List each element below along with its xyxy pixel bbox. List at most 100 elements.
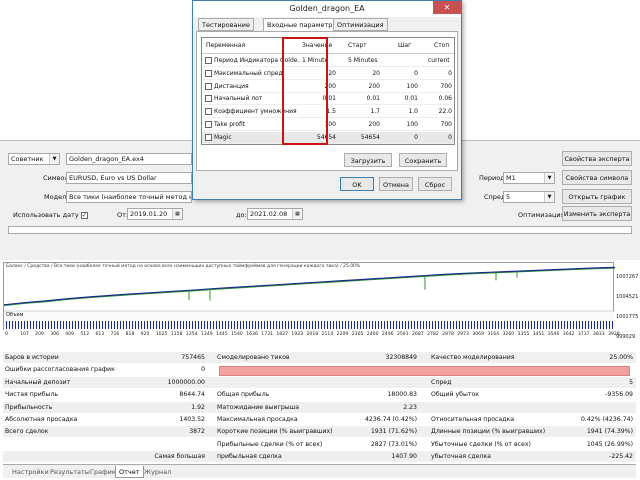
spread-select[interactable]: 5 ▼ xyxy=(503,191,555,203)
parameter-value[interactable]: 0 xyxy=(428,68,452,80)
volume-bar xyxy=(243,321,244,329)
expert-properties-button[interactable]: Свойства эксперта xyxy=(562,151,632,166)
parameter-value[interactable]: current xyxy=(428,55,452,67)
parameter-checkbox[interactable] xyxy=(205,121,212,128)
volume-bar xyxy=(456,321,457,329)
calendar-icon[interactable]: ▦ xyxy=(172,209,182,219)
volume-bar xyxy=(33,321,34,329)
close-icon[interactable]: ✕ xyxy=(433,1,461,14)
volume-bar xyxy=(219,321,220,329)
y-tick-label: 1001775 xyxy=(616,314,639,320)
volume-bar xyxy=(591,321,592,329)
parameter-value[interactable]: 100 xyxy=(388,119,418,131)
parameter-value[interactable]: 100 xyxy=(388,81,418,93)
save-button[interactable]: Сохранить xyxy=(399,153,447,167)
parameter-value[interactable]: 0 xyxy=(428,132,452,144)
volume-bar xyxy=(573,321,574,329)
report-cell: Самая большая xyxy=(154,453,205,461)
report-cell: 0 xyxy=(201,366,205,374)
symbol-select[interactable]: EURUSD, Euro vs US Dollar xyxy=(66,172,192,184)
tab-inputs[interactable]: Входные параметры xyxy=(263,18,342,32)
volume-bar xyxy=(531,321,532,329)
report-cell: 5 xyxy=(629,378,633,386)
volume-bar xyxy=(72,321,73,329)
parameter-row[interactable]: Максимальный спред 20 20 0 0 xyxy=(202,68,454,80)
cancel-button[interactable]: Отмена xyxy=(379,177,413,191)
parameter-value[interactable]: 54654 xyxy=(348,132,380,144)
volume-bar xyxy=(525,321,526,329)
volume-bar xyxy=(300,321,301,329)
tab-graph[interactable]: График xyxy=(87,466,119,478)
tab-journal[interactable]: Журнал xyxy=(141,466,174,478)
x-tick-label: 3260 xyxy=(502,332,515,337)
parameter-row[interactable]: Коэффициент умножения 1.5 1.7 1.0 22.0 xyxy=(202,106,454,119)
quality-bar xyxy=(219,366,630,376)
to-date-input[interactable]: 2021.02.08 ▦ xyxy=(247,208,303,220)
parameter-row[interactable]: Период Индикатора Golde... 1 Minute 5 Minu… xyxy=(202,55,454,67)
parameter-checkbox[interactable] xyxy=(205,57,212,64)
volume-bar xyxy=(336,321,337,329)
parameter-value[interactable]: 20 xyxy=(348,68,380,80)
volume-bar xyxy=(315,321,316,329)
parameter-checkbox[interactable] xyxy=(205,82,212,90)
period-select[interactable]: M1 ▼ xyxy=(503,172,555,184)
parameter-value[interactable]: 1.7 xyxy=(348,106,380,118)
volume-bar xyxy=(594,321,595,329)
volume-label: Объем xyxy=(6,312,24,318)
report-cell: Спред xyxy=(431,378,452,386)
parameter-checkbox[interactable] xyxy=(205,108,212,116)
parameter-checkbox[interactable] xyxy=(205,133,212,141)
volume-bar xyxy=(432,321,433,329)
x-tick-label: 2496 xyxy=(381,332,394,337)
report-cell: Прибыльность xyxy=(5,403,53,411)
open-chart-button[interactable]: Открыть график xyxy=(562,189,632,204)
symbol-properties-button[interactable]: Свойства символа xyxy=(562,170,632,185)
volume-bar xyxy=(183,321,184,329)
use-date-checkbox[interactable]: ✓ xyxy=(80,211,88,219)
parameter-checkbox[interactable] xyxy=(205,95,212,103)
volume-bar xyxy=(93,321,94,329)
use-date-label: Использовать дату ✓ xyxy=(13,211,88,219)
volume-bar xyxy=(528,321,529,329)
parameter-value[interactable]: 700 xyxy=(428,119,452,131)
volume-bar xyxy=(324,321,325,329)
parameter-value[interactable]: 200 xyxy=(348,81,380,93)
ok-button[interactable]: OK xyxy=(340,177,374,191)
volume-bar xyxy=(447,321,448,329)
parameter-row[interactable]: Дистанция 200 200 100 700 xyxy=(202,81,454,93)
expert-type-select[interactable]: Советник ▼ xyxy=(8,153,60,165)
parameter-row[interactable]: Magic 54654 54654 0 0 xyxy=(202,131,454,144)
tab-testing[interactable]: Тестирование xyxy=(198,18,254,31)
volume-bar xyxy=(330,321,331,329)
report-cell: 32308849 xyxy=(385,354,418,361)
parameter-value[interactable]: 700 xyxy=(428,81,452,93)
tab-optimization[interactable]: Оптимизация xyxy=(333,18,388,31)
tab-report[interactable]: Отчет xyxy=(115,466,144,478)
calendar-icon[interactable]: ▦ xyxy=(292,209,302,219)
parameter-value[interactable]: 0.01 xyxy=(388,93,418,105)
parameter-value[interactable]: 22.0 xyxy=(428,106,452,118)
report-cell: 1941 (74.39%) xyxy=(586,428,633,436)
parameter-value[interactable]: 200 xyxy=(348,119,380,131)
expert-file-select[interactable]: Golden_dragon_EA.ex4 xyxy=(66,153,192,165)
reset-button[interactable]: Сброс xyxy=(418,177,452,191)
x-tick-label: 512 xyxy=(80,332,90,337)
parameter-row[interactable]: Начальный лот 0.01 0.01 0.01 0.06 xyxy=(202,93,454,106)
tab-settings[interactable]: Настройки xyxy=(9,466,52,478)
x-tick-label: 209 xyxy=(35,332,44,337)
load-button[interactable]: Загрузить xyxy=(344,153,392,167)
parameter-value[interactable]: 0 xyxy=(388,68,418,80)
parameter-value[interactable]: 0.06 xyxy=(428,93,452,105)
parameter-value[interactable]: 0.01 xyxy=(348,93,380,105)
from-date-input[interactable]: 2019.01.20 ▦ xyxy=(127,208,183,220)
volume-bar xyxy=(378,321,379,329)
parameter-value[interactable]: 0 xyxy=(388,132,418,144)
parameter-value[interactable]: 5 Minutes xyxy=(348,55,380,67)
parameter-checkbox[interactable] xyxy=(205,69,212,77)
parameter-row[interactable]: Take profit 100 200 100 700 xyxy=(202,119,454,131)
parameter-value[interactable]: 1.0 xyxy=(388,106,418,118)
volume-bar xyxy=(189,321,190,329)
model-select[interactable]: Все тики (наиболее точный метод на основ… xyxy=(66,191,192,203)
volume-bar xyxy=(612,321,613,329)
edit-expert-button[interactable]: Изменить эксперта xyxy=(562,206,632,221)
